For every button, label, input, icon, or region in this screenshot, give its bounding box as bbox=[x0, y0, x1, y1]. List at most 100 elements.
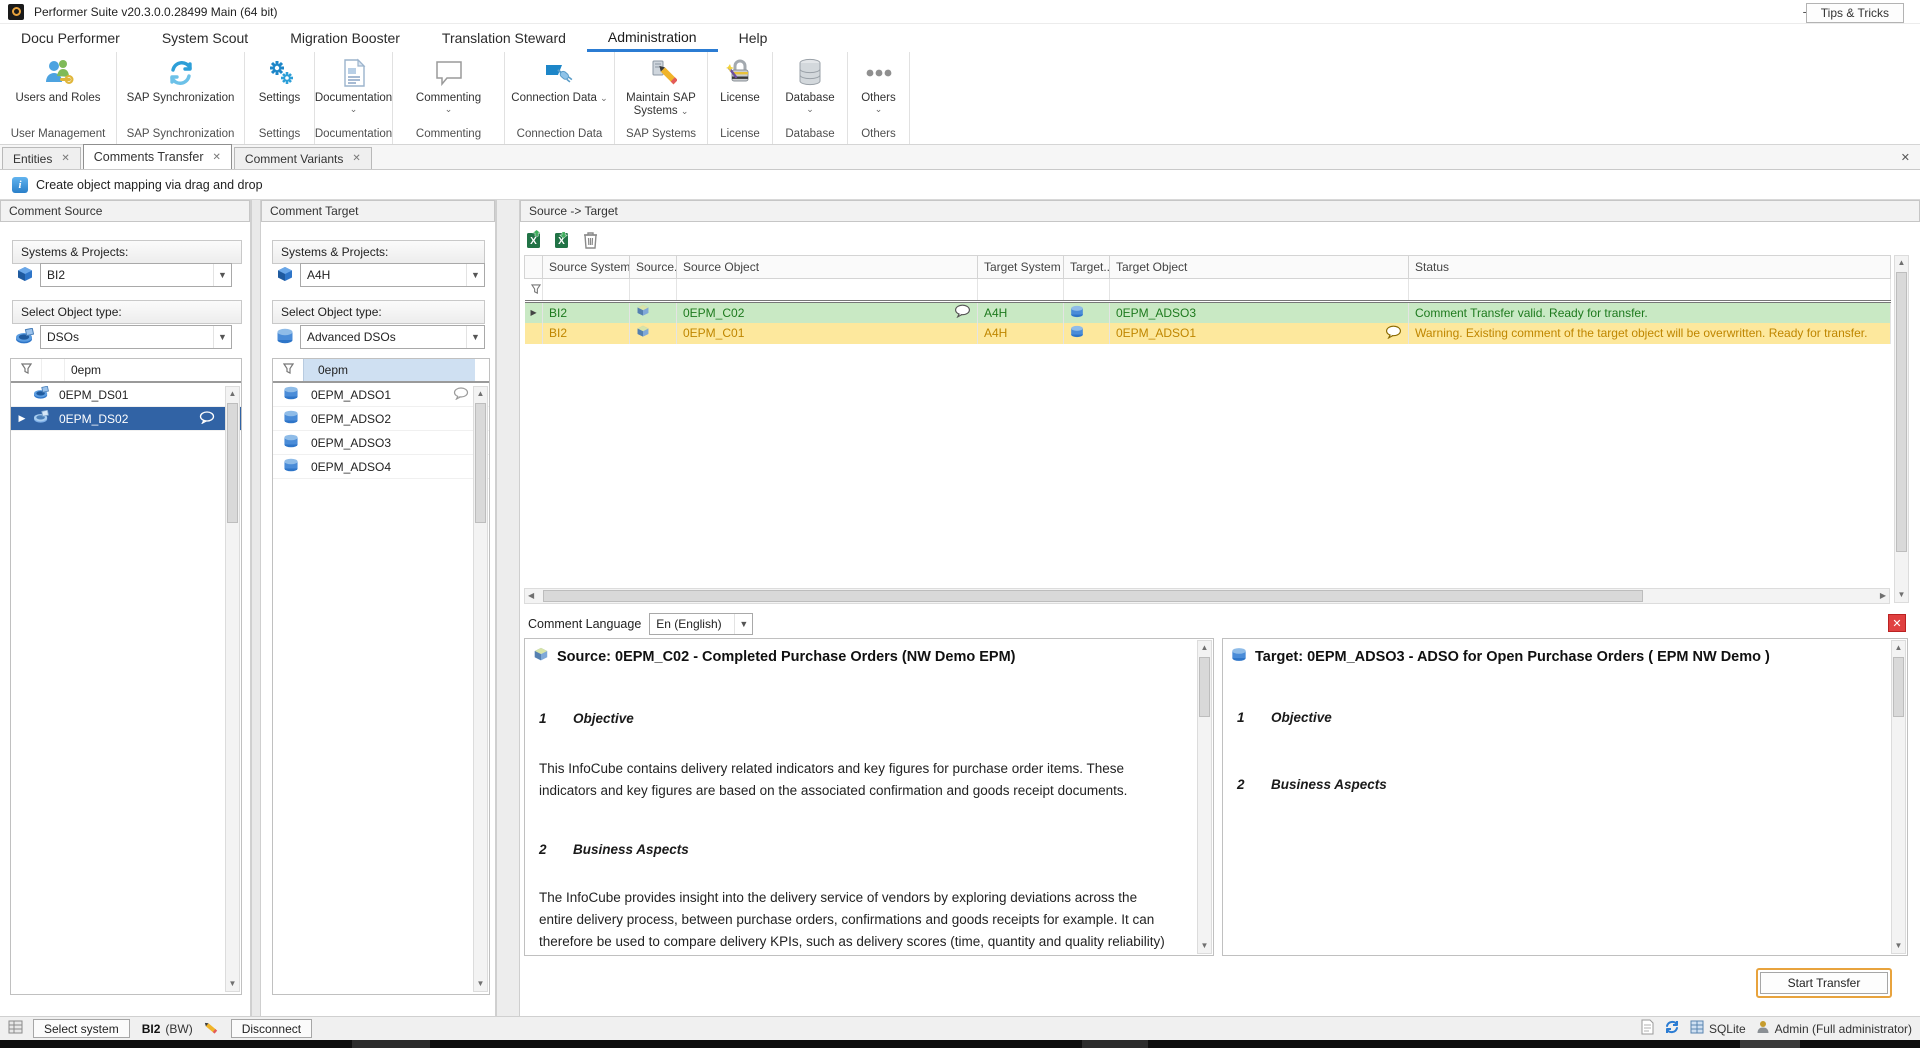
database-icon bbox=[797, 56, 823, 90]
document-tab-bar: Entities ✕ Comments Transfer ✕ Comment V… bbox=[0, 145, 1920, 170]
scroll-left-icon: ◀ bbox=[528, 589, 534, 603]
ribbon-group-commenting: Commenting⌄ Commenting bbox=[393, 52, 505, 144]
close-icon[interactable]: ✕ bbox=[213, 152, 221, 163]
report-page-icon[interactable] bbox=[1641, 1019, 1654, 1038]
chevron-down-icon: ▼ bbox=[734, 614, 752, 634]
svg-text:X: X bbox=[530, 236, 537, 247]
source-filter-row[interactable]: 0epm bbox=[11, 359, 241, 383]
source-object-type-select[interactable]: DSOs ▼ bbox=[40, 325, 232, 349]
menu-migration-booster[interactable]: Migration Booster bbox=[269, 24, 421, 52]
mapping-horizontal-scrollbar[interactable]: ◀ ▶ bbox=[524, 588, 1890, 604]
commenting-button[interactable]: Commenting⌄ bbox=[393, 52, 504, 127]
mapping-row-valid[interactable]: ▶ BI2 0EPM_C02 A4H 0EPM_ADSO3 Comment Tr… bbox=[525, 302, 1891, 323]
cell-source-object: 0EPM_C01 bbox=[677, 323, 978, 344]
target-list-scrollbar[interactable]: ▲ ▼ bbox=[473, 386, 488, 992]
delete-trash-icon[interactable] bbox=[582, 230, 599, 252]
scroll-down-icon: ▼ bbox=[1895, 939, 1903, 953]
section-paragraph: The InfoCube provides insight into the d… bbox=[539, 887, 1173, 953]
list-item-0epm-adso4[interactable]: 0EPM_ADSO4 bbox=[273, 455, 489, 479]
sync-icon bbox=[166, 56, 196, 90]
close-icon[interactable]: ✕ bbox=[352, 153, 360, 164]
ribbon-group-license: License License bbox=[708, 52, 773, 144]
list-item-0epm-adso2[interactable]: 0EPM_ADSO2 bbox=[273, 407, 489, 431]
connection-data-button[interactable]: Connection Data ⌄ bbox=[505, 52, 614, 127]
col-target-object[interactable]: Target Object bbox=[1110, 256, 1409, 279]
close-preview-button[interactable]: ✕ bbox=[1888, 614, 1906, 632]
tree-item-0epm-ds01[interactable]: 0EPM_DS01 bbox=[11, 383, 241, 407]
comment-language-select[interactable]: En (English) ▼ bbox=[649, 613, 753, 635]
source-preview-scrollbar[interactable]: ▲ ▼ bbox=[1197, 640, 1212, 954]
col-source-object[interactable]: Source Object bbox=[677, 256, 978, 279]
users-and-roles-button[interactable]: Users and Roles bbox=[0, 52, 116, 127]
cell-status: Warning. Existing comment of the target … bbox=[1409, 323, 1891, 344]
disconnect-button[interactable]: Disconnect bbox=[231, 1019, 312, 1038]
col-source-system[interactable]: Source System bbox=[543, 256, 630, 279]
tab-comments-transfer[interactable]: Comments Transfer ✕ bbox=[83, 144, 232, 169]
excel-import-icon[interactable]: X bbox=[554, 230, 573, 252]
others-button[interactable]: Others⌄ bbox=[848, 52, 909, 127]
menu-help[interactable]: Help bbox=[718, 24, 789, 52]
target-system-value: A4H bbox=[307, 268, 330, 282]
license-button[interactable]: License bbox=[708, 52, 772, 127]
ellipsis-icon bbox=[862, 56, 896, 90]
tab-comment-variants[interactable]: Comment Variants ✕ bbox=[234, 147, 372, 169]
expand-arrow-icon[interactable]: ▶ bbox=[531, 308, 537, 317]
col-target-system[interactable]: Target System bbox=[978, 256, 1064, 279]
adso-cylinder-icon bbox=[276, 328, 294, 347]
menu-translation-steward[interactable]: Translation Steward bbox=[421, 24, 587, 52]
sap-synchronization-button[interactable]: SAP Synchronization bbox=[117, 52, 244, 127]
adso-cylinder-icon bbox=[283, 410, 311, 427]
mapping-row-warning[interactable]: BI2 0EPM_C01 A4H 0EPM_ADSO1 Warning. Exi… bbox=[525, 323, 1891, 344]
scroll-up-icon: ▲ bbox=[1898, 256, 1906, 270]
expand-arrow-icon[interactable]: ▶ bbox=[11, 413, 33, 424]
mapping-vertical-scrollbar[interactable]: ▲ ▼ bbox=[1894, 255, 1909, 603]
col-source-type[interactable]: Source... bbox=[630, 256, 677, 279]
source-filter-value: 0epm bbox=[65, 363, 101, 377]
grid-icon bbox=[8, 1020, 23, 1037]
target-object-type-select[interactable]: Advanced DSOs ▼ bbox=[300, 325, 485, 349]
refresh-icon[interactable] bbox=[1664, 1019, 1680, 1038]
target-system-select[interactable]: A4H ▼ bbox=[300, 263, 485, 287]
start-transfer-button[interactable]: Start Transfer bbox=[1760, 972, 1888, 994]
maintain-sap-systems-button[interactable]: Maintain SAP Systems ⌄ bbox=[615, 52, 707, 127]
menu-system-scout[interactable]: System Scout bbox=[141, 24, 269, 52]
excel-export-icon[interactable]: X bbox=[526, 230, 545, 252]
list-item-0epm-adso1[interactable]: 0EPM_ADSO1 bbox=[273, 383, 489, 407]
section-heading: 2Business Aspects bbox=[539, 842, 1173, 857]
server-pencil-icon bbox=[645, 56, 677, 90]
select-system-button[interactable]: Select system bbox=[33, 1019, 130, 1038]
database-status: SQLite bbox=[1690, 1020, 1746, 1037]
target-filter-row[interactable]: 0epm bbox=[273, 359, 489, 383]
cell-source-object: 0EPM_C02 bbox=[683, 306, 744, 320]
menu-administration[interactable]: Administration bbox=[587, 24, 718, 52]
col-status[interactable]: Status bbox=[1409, 256, 1891, 279]
menu-docu-performer[interactable]: Docu Performer bbox=[0, 24, 141, 52]
close-icon[interactable]: ✕ bbox=[1901, 151, 1910, 164]
close-icon[interactable]: ✕ bbox=[61, 153, 69, 164]
tree-item-0epm-ds02[interactable]: ▶ 0EPM_DS02 bbox=[11, 407, 241, 431]
ribbon-group-caption: SAP Systems bbox=[626, 127, 696, 144]
tips-and-tricks-button[interactable]: Tips & Tricks bbox=[1806, 3, 1904, 23]
mapping-filter-row[interactable] bbox=[525, 279, 1891, 302]
documentation-button[interactable]: Documentation⌄ bbox=[315, 52, 392, 127]
list-item-0epm-adso3[interactable]: 0EPM_ADSO3 bbox=[273, 431, 489, 455]
source-target-splitter[interactable] bbox=[251, 200, 261, 1016]
target-preview-scrollbar[interactable]: ▲ ▼ bbox=[1891, 640, 1906, 954]
ribbon-group-caption: Settings bbox=[259, 127, 301, 144]
source-tree-scrollbar[interactable]: ▲ ▼ bbox=[225, 386, 240, 992]
status-bar: Select system BI2 (BW) Disconnect SQLite… bbox=[0, 1016, 1920, 1040]
source-system-select[interactable]: BI2 ▼ bbox=[40, 263, 232, 287]
list-item-label: 0EPM_ADSO3 bbox=[311, 436, 391, 450]
col-target-type[interactable]: Target... bbox=[1064, 256, 1110, 279]
settings-button[interactable]: Settings bbox=[245, 52, 314, 127]
edit-pencil-icon[interactable] bbox=[203, 1020, 219, 1038]
scroll-up-icon: ▲ bbox=[477, 387, 485, 401]
target-mapping-splitter[interactable] bbox=[496, 200, 520, 1016]
list-item-label: 0EPM_ADSO2 bbox=[311, 412, 391, 426]
database-button[interactable]: Database⌄ bbox=[773, 52, 847, 127]
tab-entities[interactable]: Entities ✕ bbox=[2, 147, 81, 169]
systems-projects-label: Systems & Projects: bbox=[12, 240, 242, 264]
cell-target-system: A4H bbox=[978, 302, 1064, 323]
filter-funnel-icon bbox=[273, 363, 303, 377]
ribbon-group-user-management: Users and Roles User Management bbox=[0, 52, 117, 144]
